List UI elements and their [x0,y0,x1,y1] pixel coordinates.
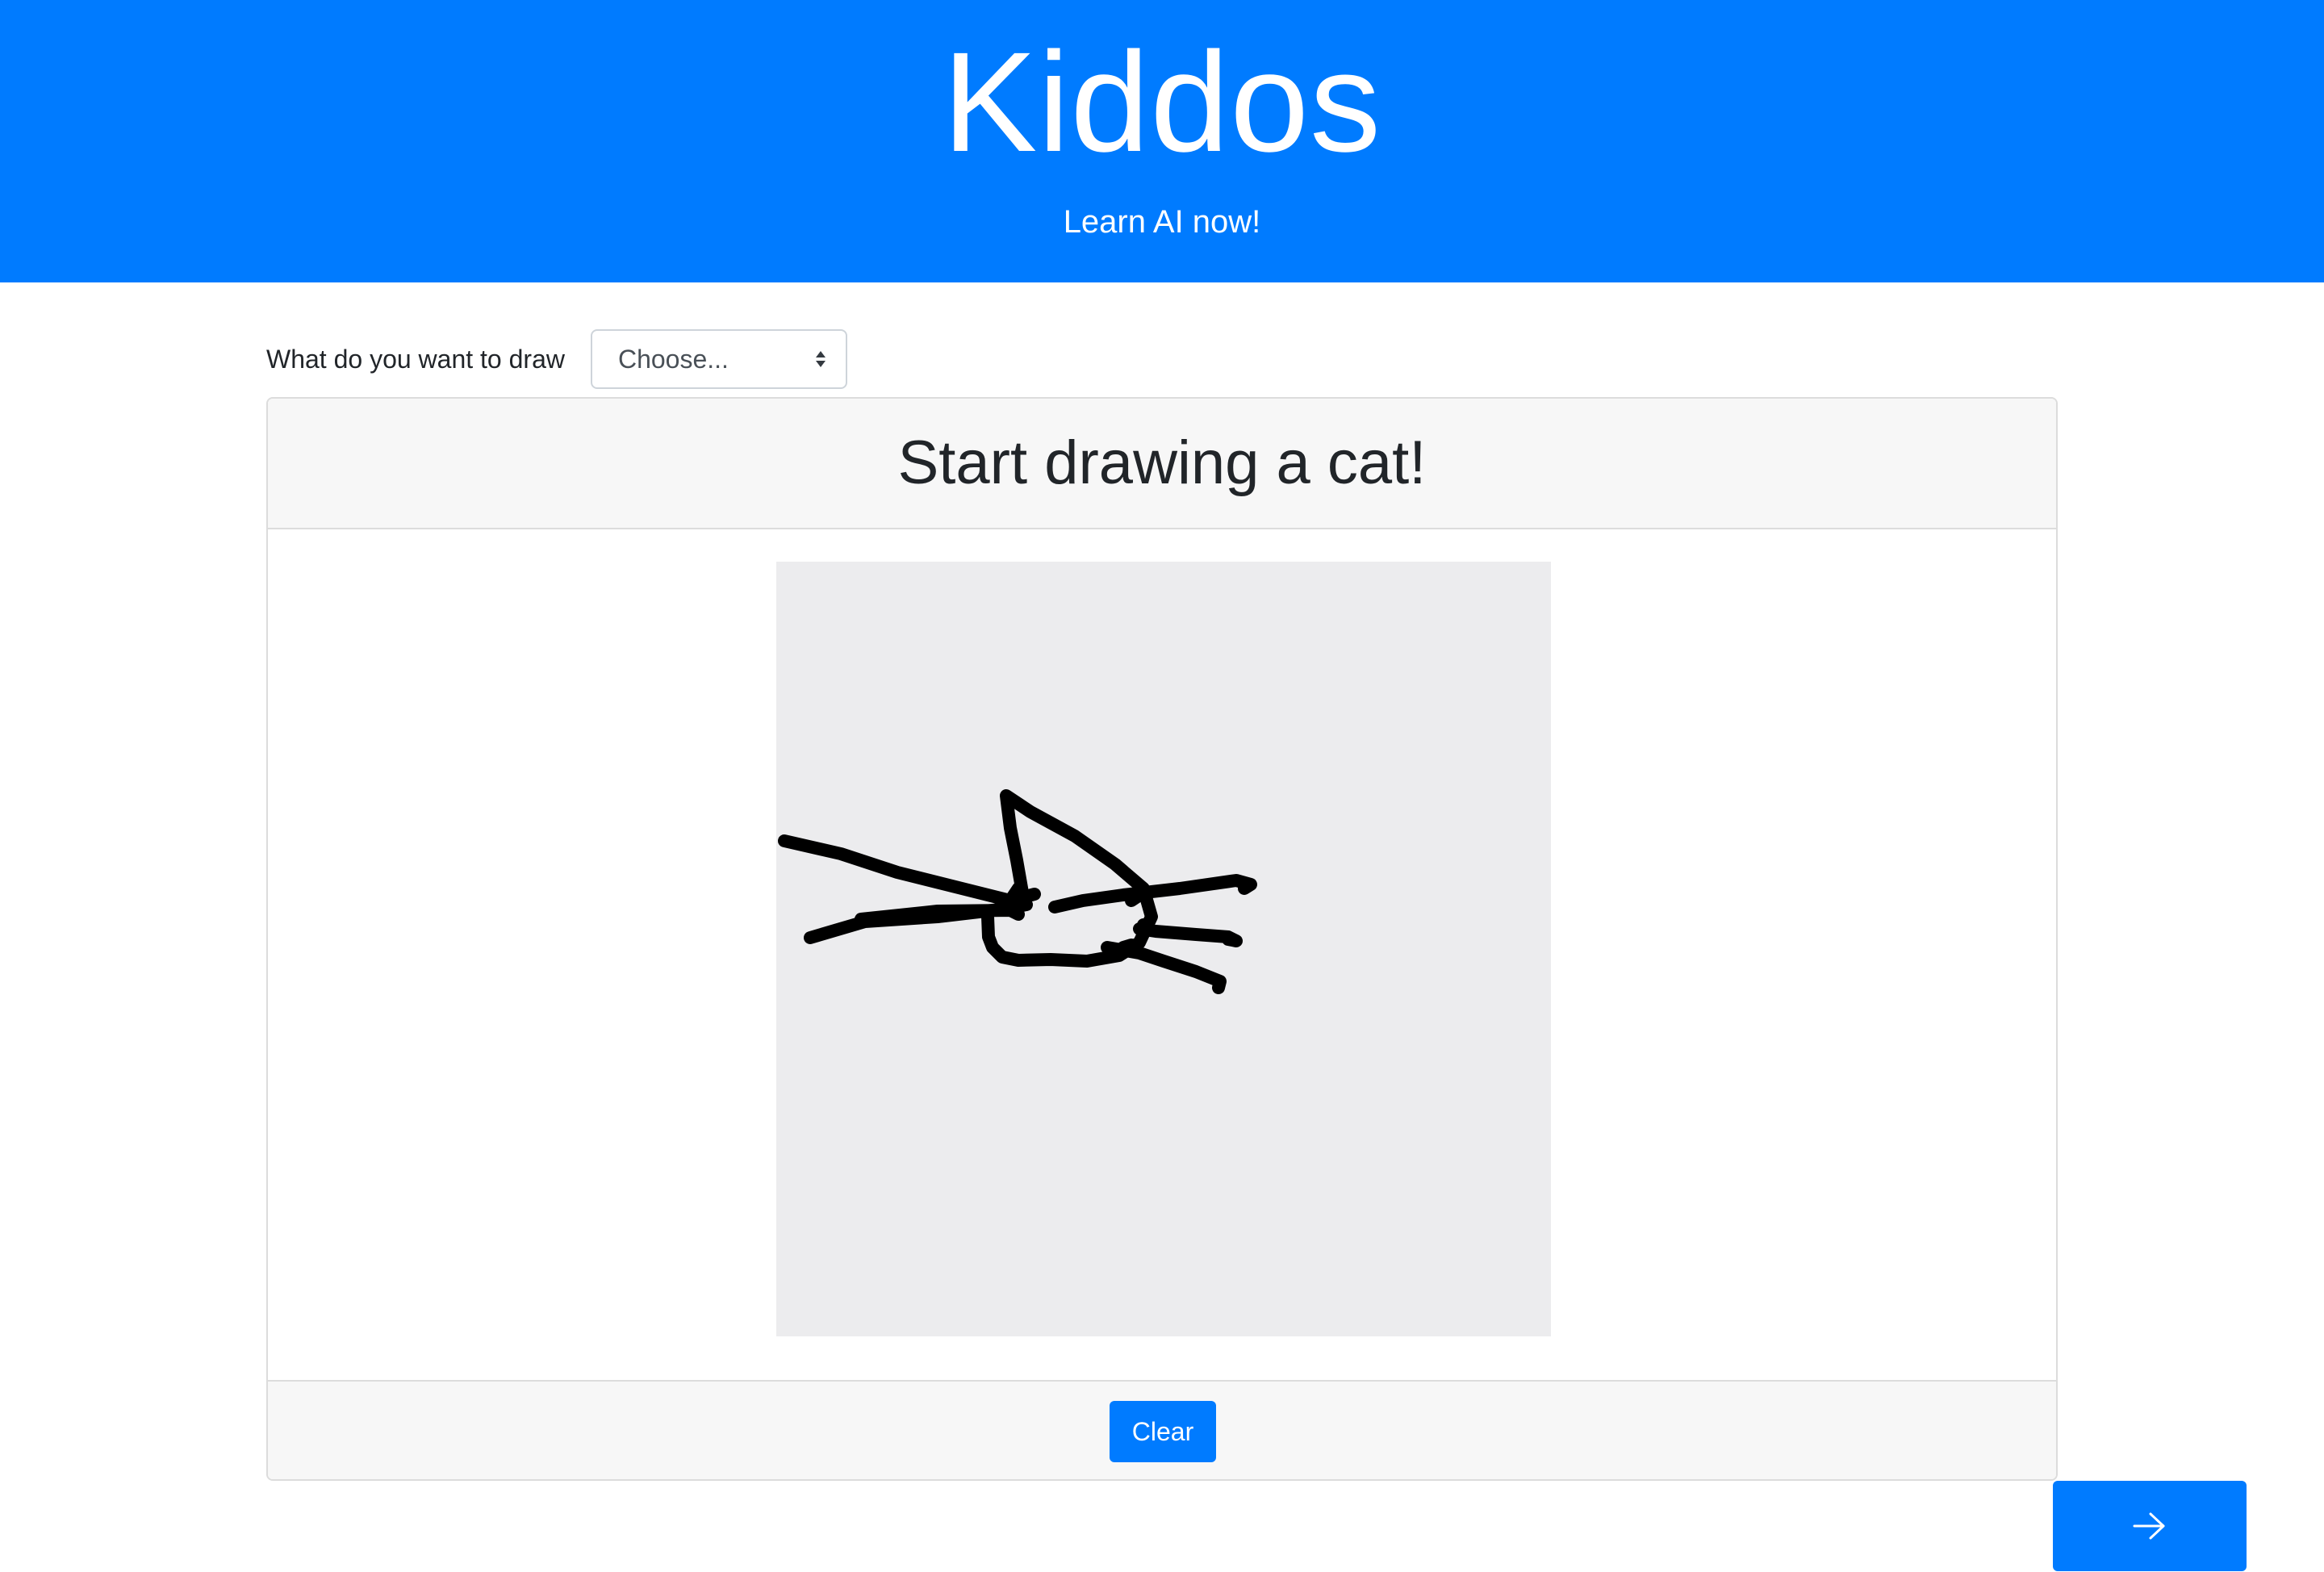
drawing-card-header: Start drawing a cat! [268,399,2056,529]
hero-banner: Kiddos Learn AI now! [0,0,2324,282]
drawing-subject-select[interactable]: Choose... [590,329,847,389]
drawing-picker-row: What do you want to draw Choose... [266,329,847,389]
drawing-subject-selected-value: Choose... [617,344,729,374]
app-subtitle: Learn AI now! [1063,204,1261,240]
clear-button[interactable]: Clear [1110,1401,1216,1462]
drawing-card: Start drawing a cat! Clear [266,397,2058,1481]
drawing-picker-label: What do you want to draw [266,344,565,374]
arrow-right-icon [2133,1512,2165,1540]
select-arrows-icon [815,351,826,367]
drawing-prompt-title: Start drawing a cat! [897,429,1427,497]
app-title: Kiddos [942,23,1382,182]
sketch-stroke [981,789,1158,968]
drawing-card-footer: Clear [268,1380,2056,1479]
sketch-stroke [1133,922,1243,947]
user-sketch [778,789,1257,994]
next-button[interactable] [2053,1481,2247,1571]
drawing-canvas[interactable] [776,562,1551,1336]
sketch-stroke [778,834,1041,907]
sketch-stroke [1117,939,1138,954]
sketch-stroke [1125,886,1150,907]
